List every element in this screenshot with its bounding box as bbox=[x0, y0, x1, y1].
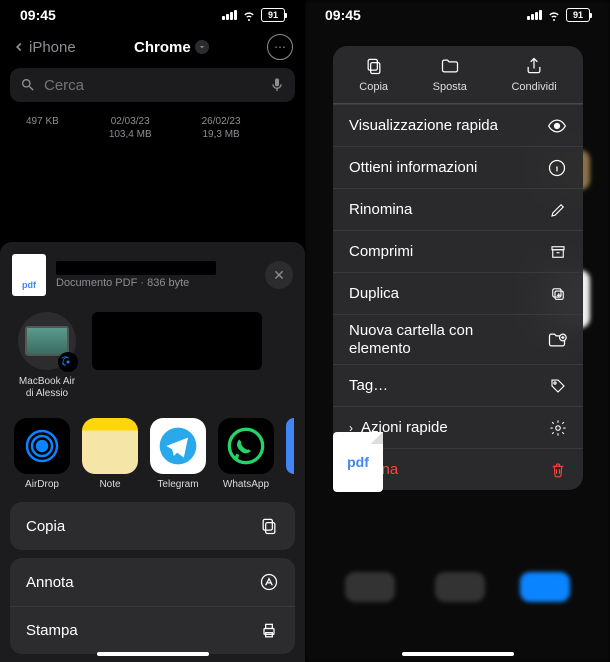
left-screen: 09:45 91 iPhone Chrome ⋯ 497 KB 02/03/23… bbox=[0, 0, 305, 662]
wifi-icon bbox=[546, 7, 562, 23]
trash-icon bbox=[549, 461, 567, 479]
partial-app[interactable] bbox=[286, 418, 294, 490]
info-icon bbox=[547, 158, 567, 178]
files-grid: 497 KB 02/03/23103,4 MB 26/02/2319,3 MB bbox=[0, 110, 305, 140]
home-indicator[interactable] bbox=[97, 652, 209, 656]
ctx-copy[interactable]: Copia bbox=[359, 56, 388, 93]
markup-icon bbox=[259, 572, 279, 592]
copy-icon bbox=[364, 56, 384, 76]
wifi-icon bbox=[241, 7, 257, 23]
battery-icon: 91 bbox=[566, 8, 590, 22]
file-thumbnail[interactable]: pdf bbox=[333, 432, 383, 492]
archive-icon bbox=[549, 243, 567, 261]
print-action[interactable]: Stampa bbox=[10, 606, 295, 654]
folder-plus-icon bbox=[547, 330, 567, 350]
print-icon bbox=[259, 621, 279, 641]
nav-bar: iPhone Chrome ⋯ bbox=[0, 30, 305, 68]
action-group-2: Annota Stampa bbox=[10, 558, 295, 654]
search-icon bbox=[20, 77, 36, 93]
notes-app[interactable]: Note bbox=[82, 418, 138, 490]
more-button[interactable]: ⋯ bbox=[267, 34, 293, 60]
ctx-tags[interactable]: Tag… bbox=[333, 364, 583, 406]
close-button[interactable]: ✕ bbox=[265, 261, 293, 289]
airdrop-device[interactable]: MacBook Air di Alessio bbox=[14, 312, 80, 400]
ctx-info[interactable]: Ottieni informazioni bbox=[333, 146, 583, 188]
gear-icon bbox=[549, 419, 567, 437]
action-copy-group: Copia bbox=[10, 502, 295, 550]
status-bar: 09:45 91 bbox=[0, 0, 305, 30]
status-time: 09:45 bbox=[20, 7, 56, 23]
home-indicator[interactable] bbox=[402, 652, 514, 656]
redacted-area bbox=[92, 312, 262, 370]
tag-icon bbox=[549, 377, 567, 395]
copy-icon bbox=[259, 516, 279, 536]
back-button[interactable]: iPhone bbox=[12, 39, 76, 56]
status-time: 09:45 bbox=[325, 7, 361, 23]
copy-action[interactable]: Copia bbox=[10, 502, 295, 550]
signal-icon bbox=[222, 10, 237, 20]
eye-icon bbox=[547, 116, 567, 136]
ctx-quicklook[interactable]: Visualizzazione rapida bbox=[333, 104, 583, 146]
ctx-compress[interactable]: Comprimi bbox=[333, 230, 583, 272]
airdrop-app[interactable]: AirDrop bbox=[14, 418, 70, 490]
ctx-newfolder[interactable]: Nuova cartella con elemento bbox=[333, 314, 583, 364]
duplicate-icon bbox=[549, 285, 567, 303]
share-sheet: pdf Documento PDF · 836 byte ✕ MacBook A… bbox=[0, 242, 305, 662]
share-icon bbox=[524, 56, 544, 76]
ctx-move[interactable]: Sposta bbox=[433, 56, 467, 93]
right-screen: 09:45 91 Copia Sposta Condividi Visualiz… bbox=[305, 0, 610, 662]
ctx-rename[interactable]: Rinomina bbox=[333, 188, 583, 230]
ctx-share[interactable]: Condividi bbox=[511, 56, 556, 93]
battery-icon: 91 bbox=[261, 8, 285, 22]
context-menu: Copia Sposta Condividi Visualizzazione r… bbox=[333, 46, 583, 490]
folder-title[interactable]: Chrome bbox=[134, 39, 209, 56]
search-input[interactable] bbox=[10, 68, 295, 102]
status-bar: 09:45 91 bbox=[305, 0, 610, 30]
document-icon: pdf bbox=[12, 254, 46, 296]
ctx-duplicate[interactable]: Duplica bbox=[333, 272, 583, 314]
mic-icon[interactable] bbox=[269, 77, 285, 93]
signal-icon bbox=[527, 10, 542, 20]
telegram-app[interactable]: Telegram bbox=[150, 418, 206, 490]
document-info: Documento PDF · 836 byte bbox=[56, 261, 255, 289]
folder-icon bbox=[440, 56, 460, 76]
chevron-down-icon bbox=[195, 40, 209, 54]
search-field[interactable] bbox=[44, 77, 261, 94]
apps-row: AirDrop Note Telegram WhatsApp bbox=[0, 410, 305, 502]
whatsapp-app[interactable]: WhatsApp bbox=[218, 418, 274, 490]
annotate-action[interactable]: Annota bbox=[10, 558, 295, 606]
pencil-icon bbox=[549, 201, 567, 219]
